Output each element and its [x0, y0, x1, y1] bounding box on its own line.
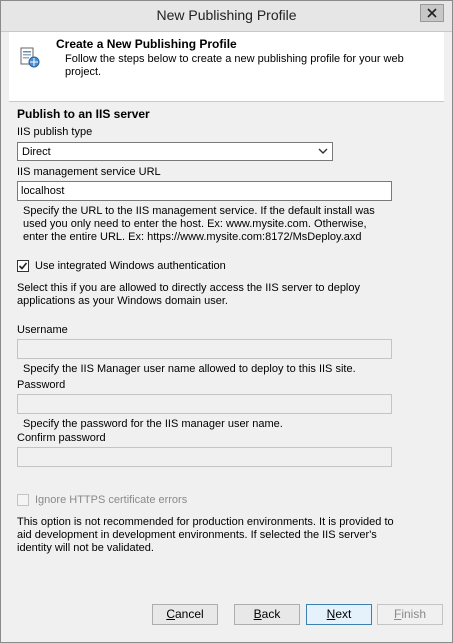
wizard-header: Create a New Publishing Profile Follow t… [9, 32, 444, 102]
publish-profile-icon [20, 47, 40, 68]
next-button[interactable]: Next [306, 604, 372, 625]
password-label: Password [17, 379, 66, 391]
ignore-https-checkbox[interactable] [17, 494, 29, 506]
password-input[interactable] [17, 394, 392, 414]
windows-auth-checkbox[interactable] [17, 260, 29, 272]
ignore-https-label[interactable]: Ignore HTTPS certificate errors [35, 494, 187, 506]
username-help: Specify the IIS Manager user name allowe… [23, 363, 356, 375]
close-button[interactable] [420, 4, 444, 22]
dialog-window: New Publishing Profile Create a New Publ… [0, 0, 453, 643]
back-button[interactable]: Back [234, 604, 300, 625]
windows-auth-help: Select this if you are allowed to direct… [17, 282, 360, 307]
checkmark-icon [18, 262, 28, 270]
service-url-input[interactable]: localhost [17, 181, 392, 201]
window-title: New Publishing Profile [156, 7, 297, 23]
windows-auth-label[interactable]: Use integrated Windows authentication [35, 260, 226, 272]
publish-type-value: Direct [22, 146, 51, 158]
header-title: Create a New Publishing Profile [56, 37, 237, 51]
close-icon [427, 8, 437, 18]
password-help: Specify the password for the IIS manager… [23, 418, 283, 430]
title-bar[interactable]: New Publishing Profile [1, 1, 452, 32]
finish-button[interactable]: Finish [377, 604, 443, 625]
cancel-button[interactable]: Cancel [152, 604, 218, 625]
publish-type-select[interactable]: Direct [17, 142, 333, 161]
username-input[interactable] [17, 339, 392, 359]
wizard-body: Publish to an IIS server IIS publish typ… [9, 102, 444, 582]
publish-type-label: IIS publish type [17, 126, 93, 138]
service-url-value: localhost [21, 185, 65, 197]
confirm-password-input[interactable] [17, 447, 392, 467]
username-label: Username [17, 324, 68, 336]
header-description: Follow the steps below to create a new p… [65, 53, 404, 78]
chevron-down-icon [318, 148, 328, 154]
service-url-label: IIS management service URL [17, 166, 161, 178]
ignore-https-help: This option is not recommended for produ… [17, 516, 394, 554]
service-url-help: Specify the URL to the IIS management se… [23, 205, 375, 243]
confirm-password-label: Confirm password [17, 432, 106, 444]
section-heading: Publish to an IIS server [17, 107, 150, 121]
